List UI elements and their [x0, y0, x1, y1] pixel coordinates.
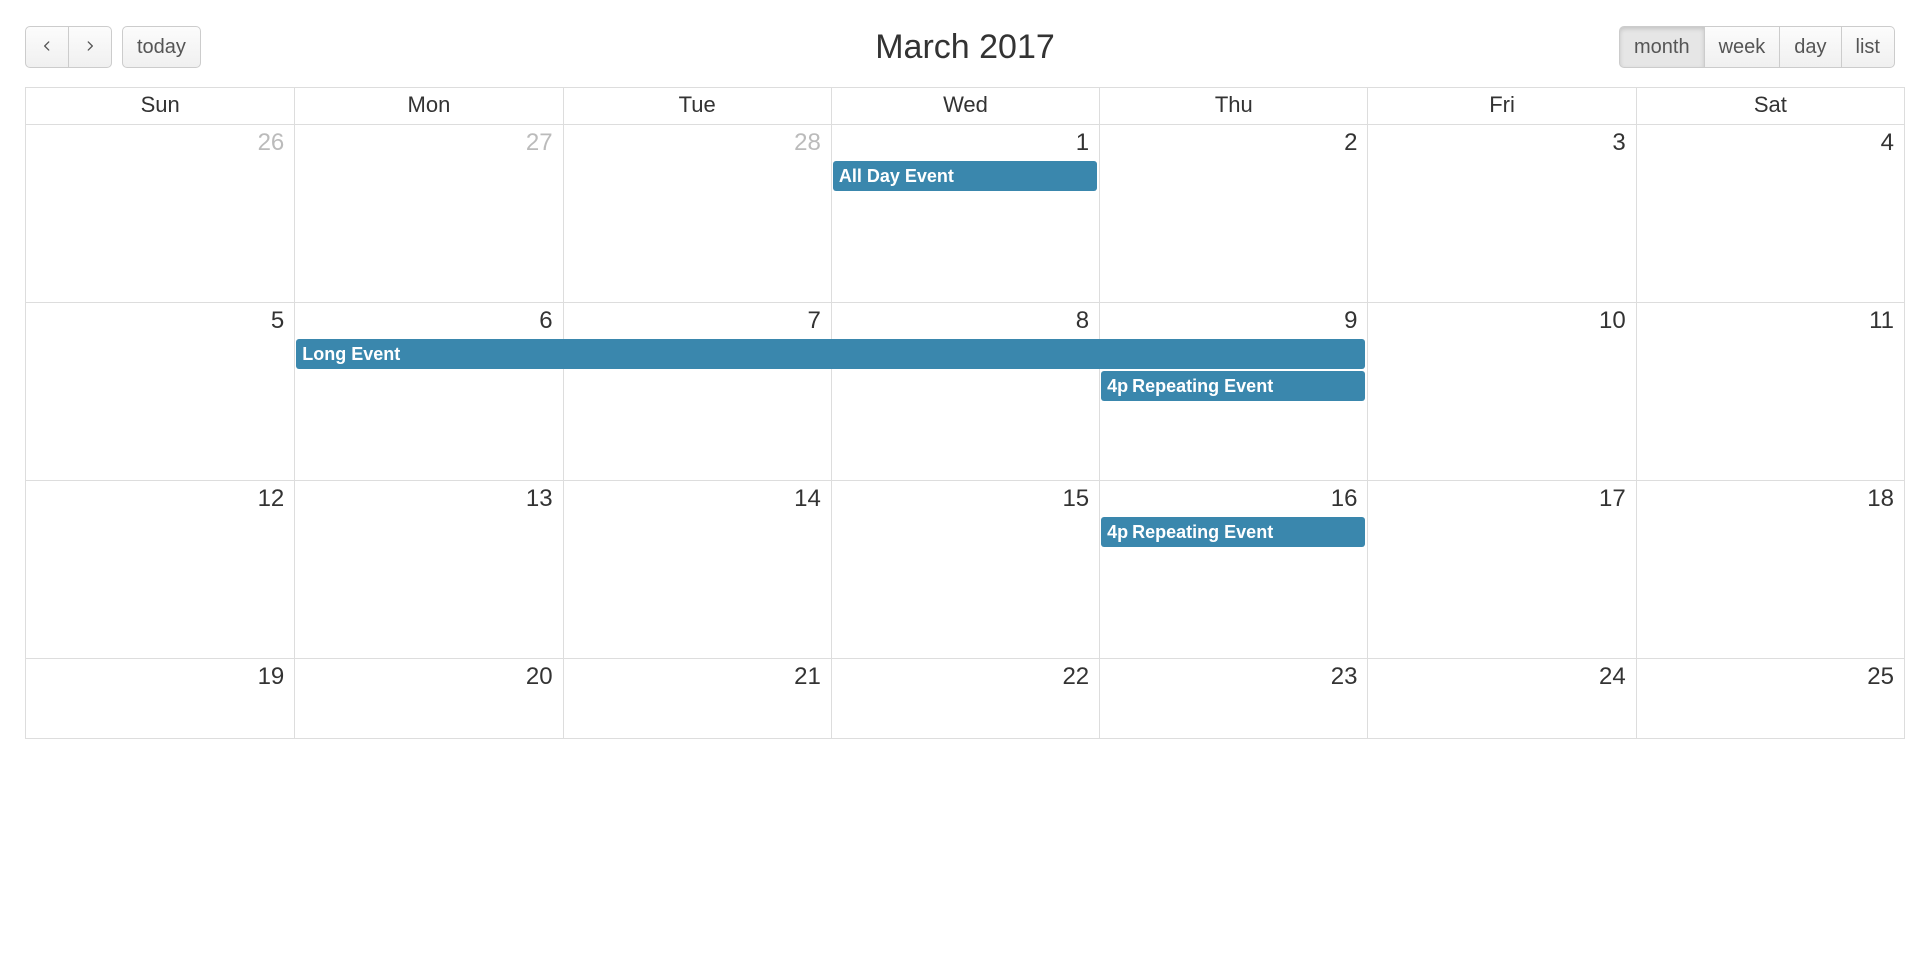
- event-title: Repeating Event: [1132, 376, 1273, 397]
- today-button-group: today: [122, 26, 201, 68]
- day-cell[interactable]: 4: [1636, 125, 1904, 302]
- day-number: 9: [1344, 307, 1357, 335]
- calendar-week: 5 6 7 8 9 10 11 Long Event 4pRepeating Event: [26, 302, 1904, 480]
- calendar-title: March 2017: [875, 28, 1055, 67]
- day-number: 16: [1331, 485, 1358, 513]
- day-number: 6: [539, 307, 552, 335]
- day-cell[interactable]: 18: [1636, 481, 1904, 658]
- calendar-grid: SunMonTueWedThuFriSat 2627281234All Day …: [25, 87, 1905, 739]
- day-cell[interactable]: 1: [831, 125, 1099, 302]
- day-header: Mon: [294, 88, 562, 124]
- day-number: 25: [1867, 663, 1894, 691]
- day-number: 14: [794, 485, 821, 513]
- view-day-button[interactable]: day: [1780, 26, 1841, 68]
- day-number: 4: [1881, 129, 1894, 157]
- event-title: Long Event: [302, 344, 400, 365]
- day-cell[interactable]: 21: [563, 659, 831, 738]
- calendar-toolbar: today March 2017 month week day list: [25, 25, 1905, 69]
- day-number: 13: [526, 485, 553, 513]
- day-cell[interactable]: 25: [1636, 659, 1904, 738]
- day-number: 11: [1869, 307, 1894, 335]
- day-cell[interactable]: 20: [294, 659, 562, 738]
- day-cell[interactable]: 22: [831, 659, 1099, 738]
- day-number: 26: [258, 129, 285, 157]
- calendar-week: 26 27 28 1 2 3 4 All Day Event: [26, 124, 1904, 302]
- day-cell[interactable]: 12: [26, 481, 294, 658]
- day-cell[interactable]: 19: [26, 659, 294, 738]
- day-cell[interactable]: 15: [831, 481, 1099, 658]
- day-cell[interactable]: 7: [563, 303, 831, 480]
- day-number: 18: [1867, 485, 1894, 513]
- event-title: Repeating Event: [1132, 522, 1273, 543]
- calendar-event[interactable]: All Day Event: [833, 161, 1097, 191]
- day-header: Thu: [1099, 88, 1367, 124]
- day-cell[interactable]: 2: [1099, 125, 1367, 302]
- day-cell[interactable]: 11: [1636, 303, 1904, 480]
- day-number: 19: [258, 663, 285, 691]
- day-header-row: SunMonTueWedThuFriSat: [26, 88, 1904, 124]
- day-number: 24: [1599, 663, 1626, 691]
- prev-button[interactable]: [25, 26, 69, 68]
- calendar-week: 19 20 21 22 23 24 25: [26, 658, 1904, 738]
- day-number: 15: [1062, 485, 1089, 513]
- chevron-left-icon: [40, 34, 54, 60]
- day-number: 27: [526, 129, 553, 157]
- day-cell[interactable]: 23: [1099, 659, 1367, 738]
- day-cell[interactable]: 6: [294, 303, 562, 480]
- calendar-body: 2627281234All Day Event567891011Long Eve…: [26, 124, 1904, 738]
- view-month-button[interactable]: month: [1619, 26, 1705, 68]
- event-title: All Day Event: [839, 166, 954, 187]
- day-cell[interactable]: 26: [26, 125, 294, 302]
- view-list-button[interactable]: list: [1842, 26, 1895, 68]
- day-header: Sun: [26, 88, 294, 124]
- day-number: 23: [1331, 663, 1358, 691]
- next-button[interactable]: [69, 26, 112, 68]
- day-header: Tue: [563, 88, 831, 124]
- today-button[interactable]: today: [122, 26, 201, 68]
- day-cell[interactable]: 10: [1367, 303, 1635, 480]
- day-cell[interactable]: 5: [26, 303, 294, 480]
- chevron-right-icon: [83, 34, 97, 60]
- day-cell[interactable]: 3: [1367, 125, 1635, 302]
- view-switcher: month week day list: [1619, 26, 1895, 68]
- day-cell[interactable]: 16: [1099, 481, 1367, 658]
- day-cell[interactable]: 8: [831, 303, 1099, 480]
- day-number: 2: [1344, 129, 1357, 157]
- calendar-event[interactable]: Long Event: [296, 339, 1365, 369]
- calendar-event[interactable]: 4pRepeating Event: [1101, 371, 1365, 401]
- view-week-button[interactable]: week: [1705, 26, 1781, 68]
- day-number: 1: [1076, 129, 1089, 157]
- day-number: 28: [794, 129, 821, 157]
- calendar-event[interactable]: 4pRepeating Event: [1101, 517, 1365, 547]
- day-cell[interactable]: 28: [563, 125, 831, 302]
- event-time: 4p: [1107, 376, 1128, 397]
- day-cell[interactable]: 27: [294, 125, 562, 302]
- day-cell[interactable]: 14: [563, 481, 831, 658]
- day-number: 20: [526, 663, 553, 691]
- day-header: Sat: [1636, 88, 1904, 124]
- nav-button-group: [25, 26, 112, 68]
- day-number: 5: [271, 307, 284, 335]
- day-number: 22: [1062, 663, 1089, 691]
- day-number: 8: [1076, 307, 1089, 335]
- day-number: 21: [794, 663, 821, 691]
- event-time: 4p: [1107, 522, 1128, 543]
- day-cell[interactable]: 24: [1367, 659, 1635, 738]
- day-header: Wed: [831, 88, 1099, 124]
- calendar-week: 12 13 14 15 16 17 18 4pRepeating Event: [26, 480, 1904, 658]
- day-number: 7: [807, 307, 820, 335]
- day-header: Fri: [1367, 88, 1635, 124]
- day-cell[interactable]: 17: [1367, 481, 1635, 658]
- day-cell[interactable]: 13: [294, 481, 562, 658]
- day-number: 12: [258, 485, 285, 513]
- day-number: 17: [1599, 485, 1626, 513]
- day-number: 3: [1612, 129, 1625, 157]
- day-number: 10: [1599, 307, 1626, 335]
